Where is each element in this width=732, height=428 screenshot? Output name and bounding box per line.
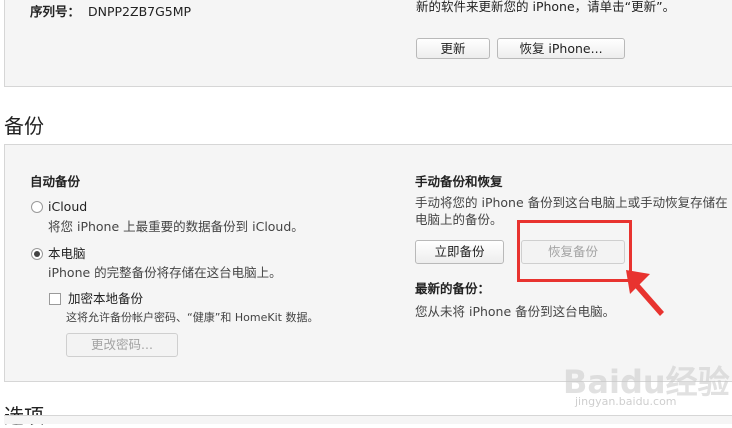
manual-backup-description-line1: 手动将您的 iPhone 备份到这台电脑上或手动恢复存储在 [415,195,728,210]
encrypt-backup-label[interactable]: 加密本地备份 [68,291,143,307]
icloud-description: 将您 iPhone 上最重要的数据备份到 iCloud。 [48,219,304,234]
serial-value: DNPP2ZB7G5MP [88,4,192,19]
local-computer-label[interactable]: 本电脑 [48,246,86,262]
local-computer-radio[interactable] [31,248,43,260]
latest-backup-title: 最新的备份： [415,281,491,296]
annotation-arrow-icon [626,270,664,316]
icloud-radio[interactable] [31,201,43,213]
encrypt-backup-checkbox[interactable] [49,293,61,305]
restore-iphone-button[interactable]: 恢复 iPhone... [497,38,625,59]
annotation-highlight-box [517,220,632,282]
manual-backup-title: 手动备份和恢复 [415,174,503,189]
backup-now-button[interactable]: 立即备份 [415,240,504,264]
serial-label: 序列号： [30,4,81,19]
update-instructions: 新的软件来更新您的 iPhone，请单击“更新”。 [416,0,676,14]
update-button[interactable]: 更新 [416,38,490,59]
manual-backup-description-line2: 电脑上的备份。 [415,212,503,227]
local-computer-description: iPhone 的完整备份将存储在这台电脑上。 [48,265,282,280]
icloud-label[interactable]: iCloud [48,199,87,215]
encrypt-backup-description: 这将允许备份帐户密码、“健康”和 HomeKit 数据。 [66,311,319,324]
auto-backup-title: 自动备份 [30,174,81,189]
backup-heading: 备份 [4,114,44,138]
latest-backup-value: 您从未将 iPhone 备份到这台电脑。 [415,304,616,319]
change-password-button[interactable]: 更改密码... [66,333,178,357]
watermark-url: jingyan.baidu.com [575,395,677,408]
software-panel: 序列号： DNPP2ZB7G5MP 新的软件来更新您的 iPhone，请单击“更… [4,0,732,87]
